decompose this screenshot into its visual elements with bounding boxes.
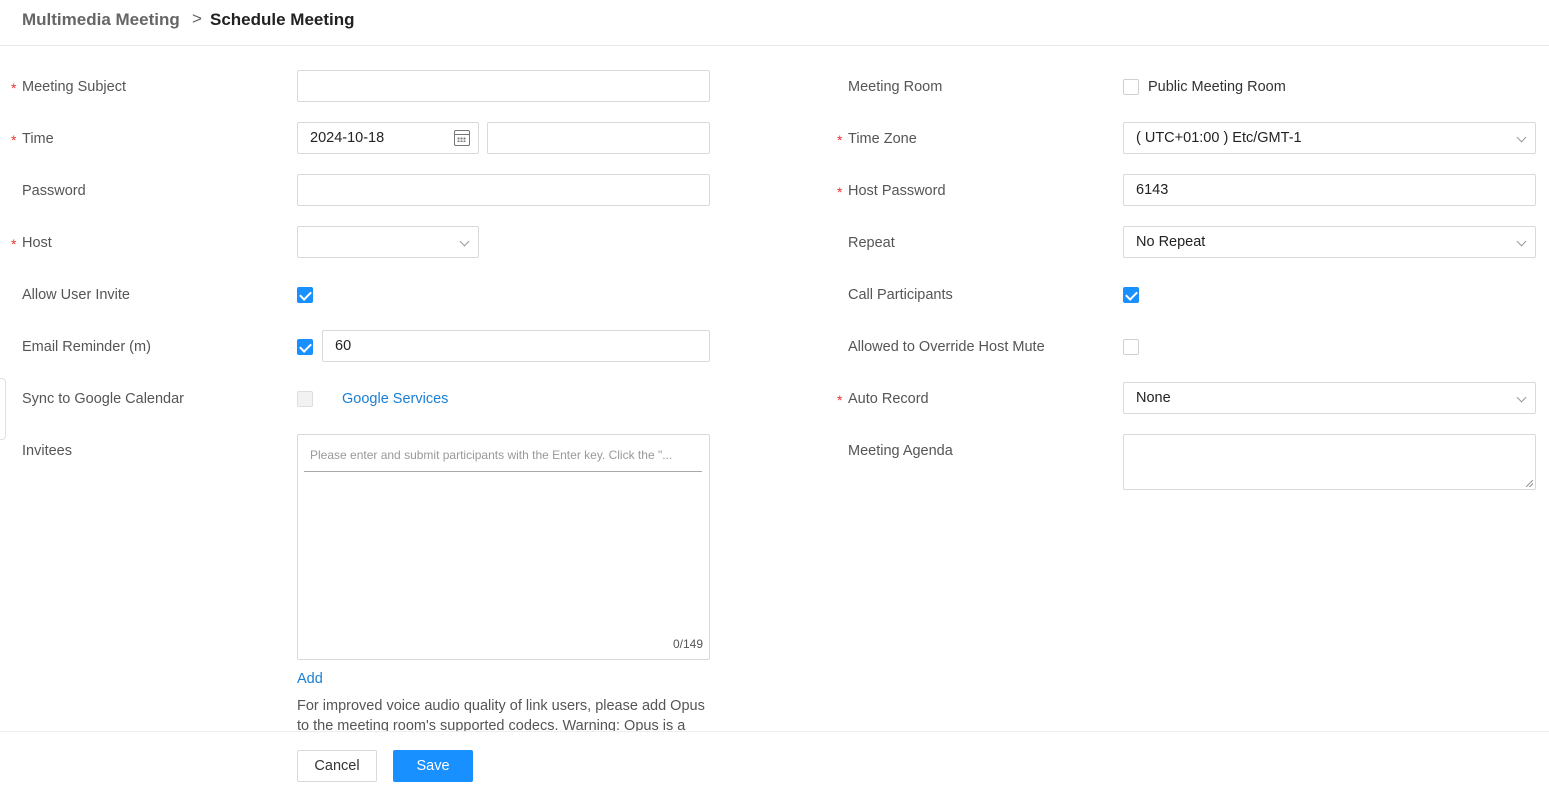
date-picker[interactable]: 2024-10-18: [297, 122, 479, 154]
chevron-down-icon: [1516, 392, 1527, 403]
time-picker[interactable]: [487, 122, 710, 154]
required-mark: *: [837, 392, 843, 408]
invitees-label: Invitees: [22, 443, 72, 459]
email-reminder-label: Email Reminder (m): [22, 339, 151, 355]
page-header: Multimedia Meeting > Schedule Meeting: [0, 0, 1549, 46]
form-footer: Cancel Save: [0, 731, 1549, 788]
chevron-down-icon: [1516, 236, 1527, 247]
google-services-link[interactable]: Google Services: [342, 389, 448, 409]
breadcrumb-parent[interactable]: Multimedia Meeting: [22, 10, 180, 30]
required-mark: *: [11, 132, 17, 148]
opus-note: For improved voice audio quality of link…: [297, 698, 705, 732]
repeat-label: Repeat: [848, 235, 895, 251]
email-reminder-checkbox[interactable]: [297, 339, 313, 355]
resize-grip-icon[interactable]: [1526, 480, 1533, 487]
required-mark: *: [837, 132, 843, 148]
auto-record-label: Auto Record: [848, 391, 929, 407]
invitees-placeholder: Please enter and submit participants wit…: [310, 448, 673, 462]
public-meeting-room-checkbox[interactable]: [1123, 79, 1139, 95]
password-label: Password: [22, 183, 86, 199]
time-zone-select[interactable]: ( UTC+01:00 ) Etc/GMT-1: [1123, 122, 1536, 154]
required-mark: *: [11, 236, 17, 252]
time-zone-value: ( UTC+01:00 ) Etc/GMT-1: [1136, 130, 1302, 146]
password-input[interactable]: [297, 174, 710, 206]
invitees-underline: [304, 471, 702, 472]
allow-user-invite-checkbox[interactable]: [297, 287, 313, 303]
auto-record-select[interactable]: None: [1123, 382, 1536, 414]
meeting-agenda-label: Meeting Agenda: [848, 443, 953, 459]
host-password-label: Host Password: [848, 183, 946, 199]
invitees-input[interactable]: Please enter and submit participants wit…: [297, 434, 710, 660]
repeat-select[interactable]: No Repeat: [1123, 226, 1536, 258]
time-zone-label: Time Zone: [848, 131, 917, 147]
call-participants-label: Call Participants: [848, 287, 953, 303]
add-invitee-link[interactable]: Add: [297, 669, 323, 689]
chevron-down-icon: [459, 236, 470, 247]
auto-record-value: None: [1136, 390, 1171, 406]
time-label: Time: [22, 131, 54, 147]
side-collapse-handle[interactable]: [0, 378, 6, 440]
meeting-room-label: Meeting Room: [848, 79, 943, 95]
save-button[interactable]: Save: [393, 750, 473, 782]
required-mark: *: [11, 80, 17, 96]
sync-google-checkbox[interactable]: [297, 391, 313, 407]
breadcrumb-current: Schedule Meeting: [210, 10, 355, 29]
required-mark: *: [837, 184, 843, 200]
host-select[interactable]: [297, 226, 479, 258]
call-participants-checkbox[interactable]: [1123, 287, 1139, 303]
meeting-subject-input[interactable]: [297, 70, 710, 102]
calendar-icon[interactable]: [454, 130, 470, 146]
host-label: Host: [22, 235, 52, 251]
date-value: 2024-10-18: [310, 130, 385, 146]
override-host-mute-checkbox[interactable]: [1123, 339, 1139, 355]
breadcrumb-separator: >: [192, 9, 202, 28]
meeting-agenda-textarea[interactable]: [1123, 434, 1536, 490]
invitees-count: 0/149: [672, 637, 703, 651]
repeat-value: No Repeat: [1136, 234, 1206, 250]
meeting-subject-label: Meeting Subject: [22, 79, 126, 95]
sync-google-label: Sync to Google Calendar: [22, 391, 185, 407]
chevron-down-icon: [1516, 132, 1527, 143]
allow-user-invite-label: Allow User Invite: [22, 287, 130, 303]
public-meeting-room-label[interactable]: Public Meeting Room: [1148, 77, 1286, 97]
cancel-button[interactable]: Cancel: [297, 750, 377, 782]
email-reminder-input[interactable]: 60: [322, 330, 710, 362]
host-password-input[interactable]: 6143: [1123, 174, 1536, 206]
override-host-mute-label: Allowed to Override Host Mute: [848, 339, 1045, 355]
